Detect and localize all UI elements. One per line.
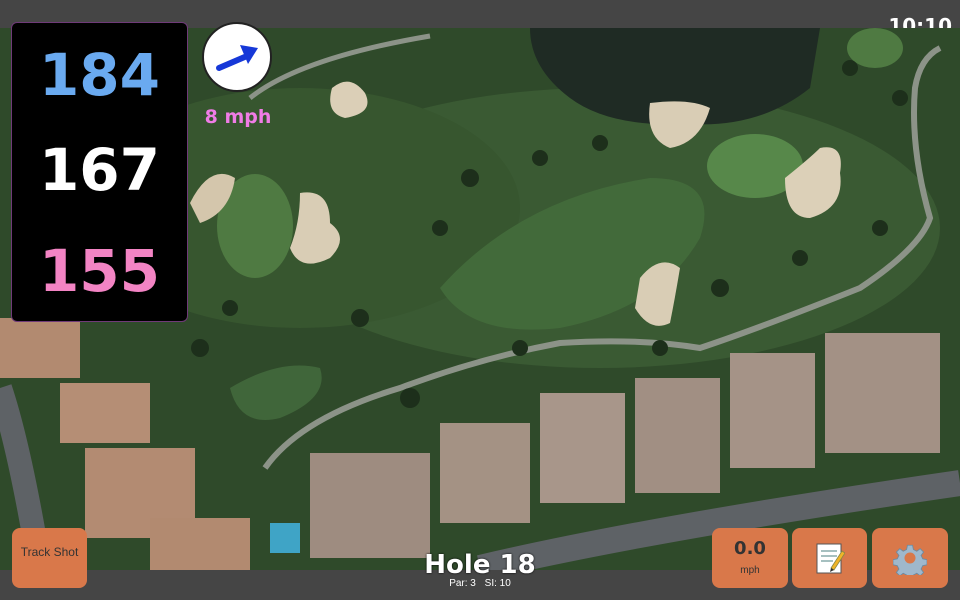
notes-button[interactable] [792,528,867,588]
settings-button[interactable] [872,528,948,588]
distance-front: 155 [38,237,161,305]
wind-indicator [202,22,272,92]
gear-icon [893,544,927,575]
wind-button-value: 0.0 [734,538,766,559]
hole-par: Par: 3 [449,578,476,589]
distance-middle: 167 [38,136,161,204]
hole-stroke-index: SI: 10 [484,578,511,589]
wind-speed-button[interactable]: 0.0 mph [712,528,788,588]
track-shot-button[interactable]: Track Shot [12,528,87,588]
wind-button-unit: mph [740,565,760,576]
distance-back: 184 [38,41,161,109]
hole-title: Hole 18 [424,550,536,580]
wind-speed: 8 mph [204,106,272,128]
wind-direction-arrow-icon [216,45,258,71]
notepad-icon [816,543,845,574]
distance-panel: 184 167 155 [11,22,188,322]
hole-info: Par: 3 SI: 10 [380,578,580,589]
